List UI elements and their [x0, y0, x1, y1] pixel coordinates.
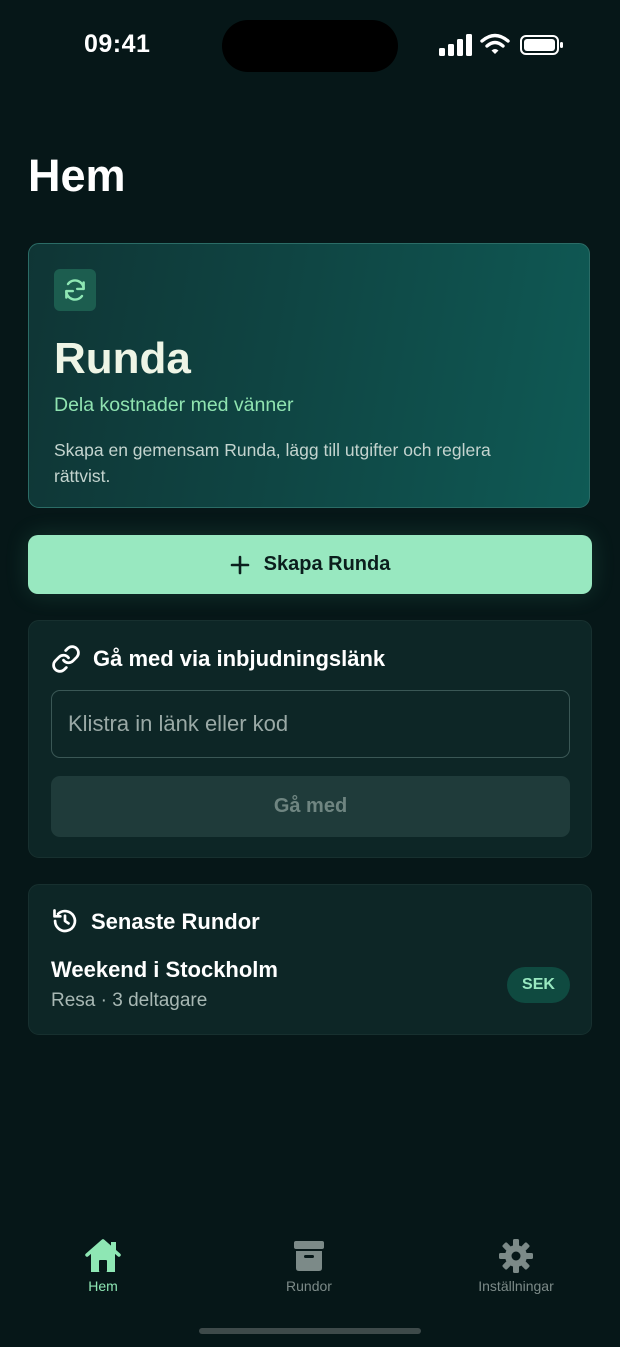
cellular-signal-icon — [439, 34, 472, 56]
tab-installningar[interactable]: Inställningar — [436, 1238, 596, 1294]
history-icon — [53, 909, 77, 933]
list-item[interactable]: Weekend i Stockholm Resa · 3 deltagare S… — [29, 945, 591, 1025]
sync-icon — [54, 269, 96, 311]
round-name: Weekend i Stockholm — [51, 957, 278, 982]
hero-subtitle: Dela kostnader med vänner — [54, 394, 294, 416]
recent-rounds-card: Senaste Rundor Weekend i Stockholm Resa … — [28, 884, 592, 1035]
home-icon — [85, 1239, 121, 1272]
join-card: Gå med via inbjudningslänk Gå med — [28, 620, 592, 858]
status-time: 09:41 — [84, 30, 151, 58]
tab-rundor-label: Rundor — [286, 1278, 332, 1294]
join-heading: Gå med via inbjudningslänk — [93, 646, 386, 671]
wifi-icon — [480, 33, 510, 54]
create-runda-label: Skapa Runda — [263, 553, 391, 575]
dynamic-island — [222, 20, 398, 72]
create-runda-button[interactable]: Skapa Runda — [28, 535, 592, 594]
link-icon — [52, 645, 80, 673]
page-title: Hem — [28, 150, 126, 201]
tab-installningar-label: Inställningar — [478, 1278, 554, 1294]
plus-icon — [230, 555, 249, 574]
hero-card: Runda Dela kostnader med vänner Skapa en… — [28, 243, 590, 508]
tab-home[interactable]: Hem — [23, 1238, 183, 1294]
battery-icon — [520, 35, 563, 55]
hero-description: Skapa en gemensam Runda, lägg till utgif… — [54, 440, 491, 486]
tab-home-label: Hem — [88, 1278, 118, 1294]
round-meta: Resa · 3 deltagare — [51, 990, 208, 1011]
archive-icon — [294, 1241, 324, 1271]
gear-icon — [499, 1239, 533, 1273]
recent-heading: Senaste Rundor — [91, 909, 260, 934]
hero-title: Runda — [54, 334, 191, 383]
home-indicator[interactable] — [199, 1328, 421, 1334]
currency-badge: SEK — [507, 967, 570, 1003]
tab-rundor[interactable]: Rundor — [229, 1238, 389, 1294]
join-button[interactable]: Gå med — [51, 776, 570, 837]
invite-link-input[interactable] — [51, 690, 570, 758]
